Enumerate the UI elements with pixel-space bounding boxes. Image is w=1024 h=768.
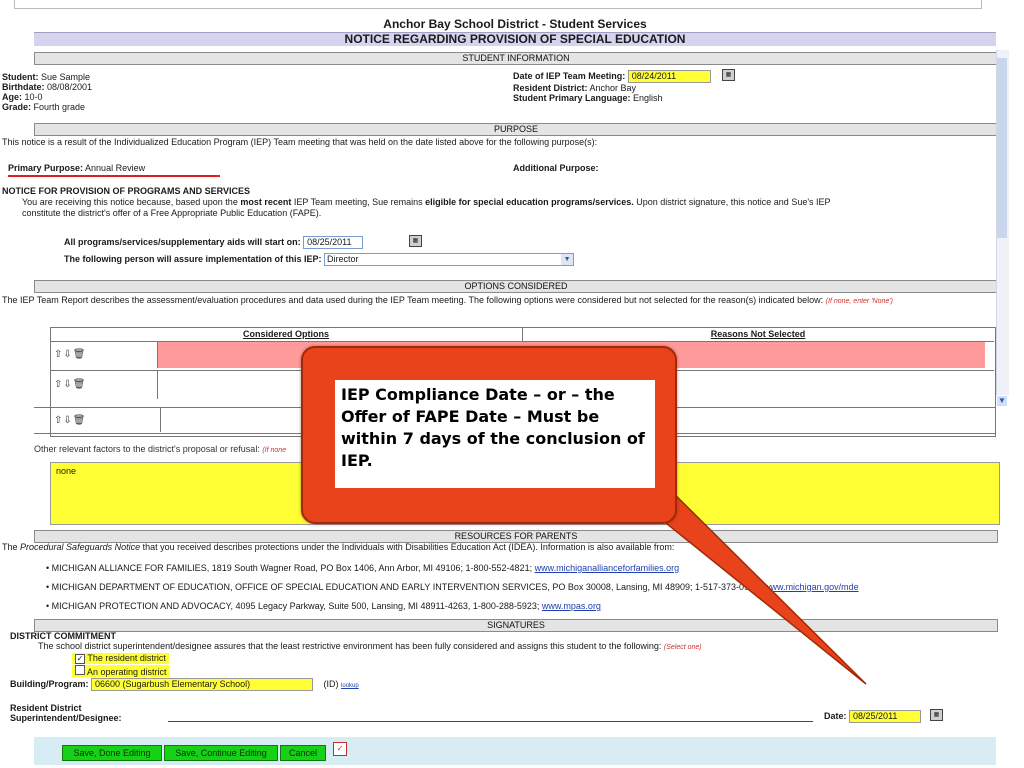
callout-box: IEP Compliance Date – or – the Offer of …	[301, 346, 677, 524]
callout-inner: IEP Compliance Date – or – the Offer of …	[335, 380, 655, 488]
callout-text: IEP Compliance Date – or – the Offer of …	[341, 385, 645, 470]
